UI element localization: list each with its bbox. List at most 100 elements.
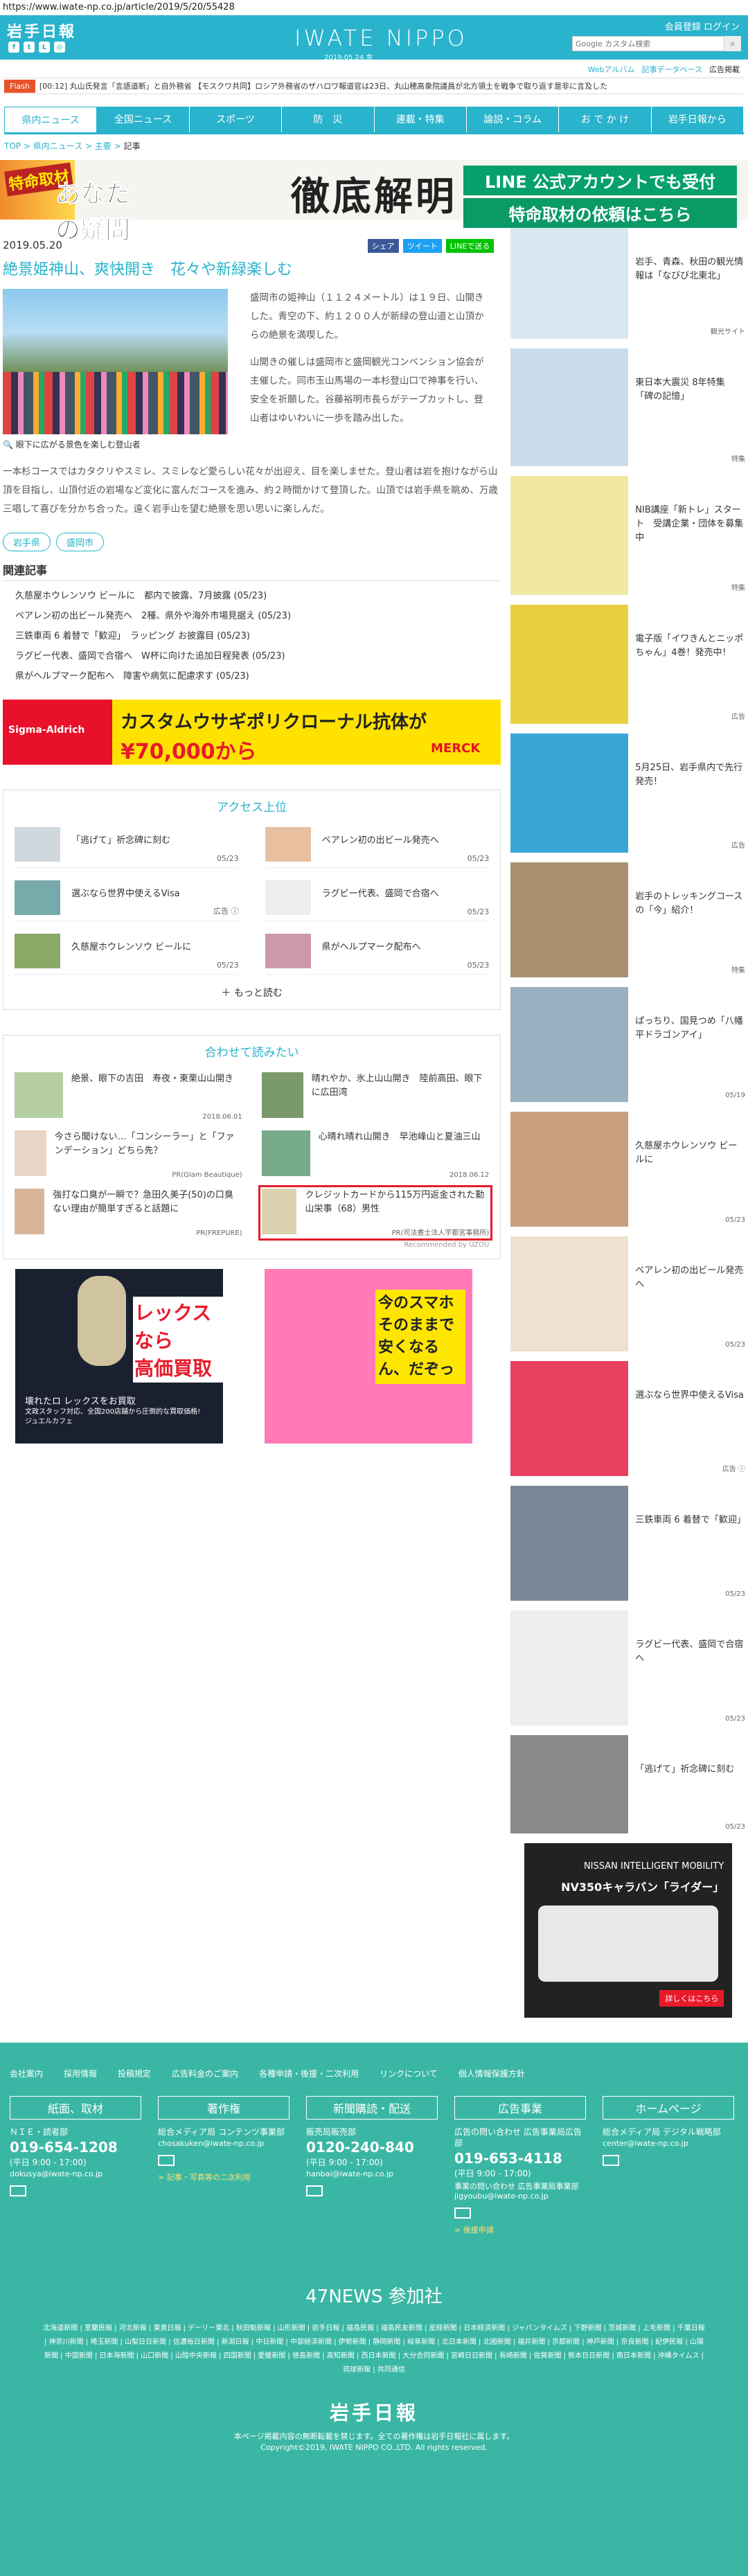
- nav-tab-national[interactable]: 全国ニュース: [97, 107, 190, 132]
- line-icon[interactable]: L: [39, 42, 50, 53]
- recommend-item[interactable]: 強打な口臭が一瞬で？急田久美子(50)の口臭ない理由が簡単すぎると話題に PR(F…: [15, 1189, 242, 1237]
- side-item[interactable]: 岩手、青森、秋田の観光情報は「なびび北東北」 観光サイト: [510, 228, 745, 339]
- fb-share-button[interactable]: シェア: [367, 239, 399, 253]
- footer-logo[interactable]: 岩手日報: [0, 2398, 748, 2426]
- side-item[interactable]: 「逃げて」祈念碑に刻む 05/23: [510, 1735, 745, 1833]
- related-item[interactable]: 県がヘルプマーク配布へ 障害や病気に配慮求す (05/23): [15, 668, 488, 682]
- footer-link[interactable]: 広告料金のご案内: [172, 2068, 238, 2079]
- mail-icon[interactable]: [603, 2155, 619, 2166]
- email-link[interactable]: center@iwate-np.co.jp: [603, 2139, 734, 2148]
- ad-info-link[interactable]: 広告掲載: [709, 64, 740, 74]
- article-photo[interactable]: [3, 289, 228, 434]
- photo-climbers: [3, 372, 228, 434]
- side-item[interactable]: 選ぶなら世界中使えるVisa 広告 ⓘ: [510, 1361, 745, 1476]
- side-item[interactable]: NIB講座「新トレ」スタート 受講企業・団体を募集中 特集: [510, 476, 745, 595]
- display-ads: レックスなら 高価買取 壊れたロ レックスをお買取 文政スタッフ対応、全国200店…: [3, 1269, 501, 1444]
- related-item[interactable]: ペアレン初の出ビール発売へ 2種、県外や海外市場見据え (05/23): [15, 608, 488, 621]
- account-links[interactable]: 会員登録 ログイン: [665, 19, 740, 33]
- site-header: 岩手日報 f t L ◎ IWATE NIPPO 2019.05.24.金 会員…: [0, 15, 748, 62]
- search-button[interactable]: ⌕: [724, 36, 741, 51]
- recommend-item[interactable]: 今さら聞けない…「コンシーラー」と「ファンデーション」どちら先？ PR(Glam …: [15, 1130, 242, 1179]
- rolex-ad[interactable]: レックスなら 高価買取 壊れたロ レックスをお買取 文政スタッフ対応、全国200店…: [15, 1269, 223, 1444]
- footer-link[interactable]: 会社案内: [10, 2068, 43, 2079]
- ranking-item[interactable]: 選ぶなら世界中使えるVisa 広告 ⓘ: [15, 880, 239, 921]
- mail-icon[interactable]: [10, 2185, 26, 2196]
- url-bar[interactable]: https://www.iwate-np.co.jp/article/2019/…: [0, 0, 748, 15]
- side-thumb: [510, 1735, 629, 1833]
- side-item[interactable]: 岩手のトレッキングコースの「今」紹介！ 特集: [510, 862, 745, 977]
- side-item[interactable]: 久慈屋ホウレンソウ ビールに 05/23: [510, 1112, 745, 1227]
- web-album-link[interactable]: Webアルバム: [588, 64, 635, 74]
- phone-number[interactable]: 019-653-4118: [454, 2150, 586, 2167]
- side-item[interactable]: 東日本大震災 8年特集 「碑の記憶」 特集: [510, 348, 745, 466]
- ranking-item[interactable]: 県がヘルプマーク配布へ 05/23: [265, 934, 490, 975]
- share-buttons: シェア ツイート LINEで送る: [367, 239, 495, 253]
- side-item[interactable]: 三鉄車両 6 着替で「歓迎」 05/23: [510, 1486, 746, 1601]
- footer-link[interactable]: 個人情報保護方針: [458, 2068, 525, 2079]
- ranking-item[interactable]: 久慈屋ホウレンソウ ビールに 05/23: [15, 934, 239, 975]
- side-item[interactable]: 5月25日、岩手県内で先行発売！ 広告: [510, 734, 745, 853]
- article-lead: 盛岡市の姫神山（１１２４メートル）は１９日、山開きした。青空の下、約１２００人が…: [250, 289, 492, 450]
- side-thumb: [510, 734, 629, 853]
- nav-tab-from-nippo[interactable]: 岩手日報から: [651, 107, 744, 132]
- footer-link[interactable]: 投稿規定: [118, 2068, 151, 2079]
- site-logo[interactable]: 岩手日報: [7, 19, 76, 42]
- related-item[interactable]: ラグビー代表、盛岡で合宿へ W杯に向けた追加日程発表 (05/23): [15, 648, 488, 661]
- nav-tab-opinion[interactable]: 論説・コラム: [466, 107, 560, 132]
- nissan-ad[interactable]: NISSAN INTELLIGENT MOBILITY NV350キャラバン「ラ…: [524, 1843, 733, 2018]
- tokumei-banner[interactable]: 特命取材 あなたの疑問 徹底解明 LINE 公式アカウントでも受付 特命取材の依…: [0, 160, 748, 245]
- footer-link[interactable]: 採用情報: [64, 2068, 97, 2079]
- flash-text[interactable]: [00:12] 丸山氏発言「言語道断」と自外務省 【モスクワ共同】ロシア外務省の…: [39, 80, 607, 91]
- antibody-ad[interactable]: Sigma-Aldrich カスタムウサギポリクローナル抗体が ¥70,000か…: [3, 700, 501, 765]
- side-item[interactable]: ぱっちり、国見つめ「八幡平ドラゴンアイ」 05/19: [510, 987, 745, 1102]
- phone-number[interactable]: 019-654-1208: [10, 2139, 141, 2156]
- footer-link[interactable]: 各種申請・後援・二次利用: [259, 2068, 359, 2079]
- related-item[interactable]: 久慈屋ホウレンソウ ビールに 都内で披露、7月披露 (05/23): [15, 588, 488, 601]
- ranking-item[interactable]: ラグビー代表、盛岡で合宿へ 05/23: [265, 880, 490, 921]
- ranking-item[interactable]: 「逃げて」祈念碑に刻む 05/23: [15, 827, 239, 868]
- email-link[interactable]: 事業の問い合わせ 広告事業局事業部 jigyoubu@iwate-np.co.j…: [454, 2180, 586, 2201]
- database-link[interactable]: 記事データベース: [642, 64, 702, 74]
- ranking-item[interactable]: ベアレン初の出ビール発売へ 05/23: [265, 827, 490, 868]
- side-item[interactable]: ベアレン初の出ビール発売へ 05/23: [510, 1236, 745, 1351]
- related-item[interactable]: 三鉄車両 6 着替で「歓迎」 ラッピング お披露目 (05/23): [15, 628, 488, 641]
- mobile-ad[interactable]: 今のスマホそのままで安くなるん、だぞっ: [265, 1269, 472, 1444]
- partner-papers[interactable]: 北海道新聞 | 室蘭民報 | 河北新報 | 東奥日報 | デーリー東北 | 秋田…: [42, 2322, 706, 2377]
- twitter-icon[interactable]: t: [24, 42, 35, 53]
- instagram-icon[interactable]: ◎: [54, 42, 65, 53]
- facebook-icon[interactable]: f: [8, 42, 19, 53]
- email-link[interactable]: chosakuken@iwate-np.co.jp: [158, 2139, 290, 2148]
- nav-tab-disaster[interactable]: 防 災: [282, 107, 375, 132]
- phone-number[interactable]: 0120-240-840: [306, 2139, 438, 2156]
- nav-tab-series[interactable]: 連載・特集: [374, 107, 467, 132]
- sponsor-link[interactable]: > 後援申請: [454, 2224, 586, 2235]
- tag-morioka[interactable]: 盛岡市: [56, 533, 105, 551]
- nav-tab-outing[interactable]: お で か け: [559, 107, 652, 132]
- recommend-item[interactable]: 心晴れ晴れ山開き 早池峰山と夏油三山 2018.06.12: [261, 1130, 489, 1179]
- crumb-main[interactable]: 主要: [95, 141, 112, 151]
- banner-request-button[interactable]: 特命取材の依頼はこちら: [463, 198, 737, 228]
- crumb-top[interactable]: TOP: [4, 141, 21, 151]
- email-link[interactable]: dokusya@iwate-np.co.jp: [10, 2169, 141, 2178]
- recommend-item[interactable]: 晴れやか、氷上山山開き 陸前高田、眼下に広田湾: [261, 1072, 490, 1121]
- nav-tab-sports[interactable]: スポーツ: [189, 107, 283, 132]
- mail-icon[interactable]: [454, 2208, 471, 2219]
- nav-tab-local[interactable]: 県内ニュース: [4, 107, 98, 132]
- nissan-ad-button[interactable]: 詳しくはこちら: [659, 1990, 724, 2007]
- mail-icon[interactable]: [306, 2185, 323, 2196]
- line-share-button[interactable]: LINEで送る: [445, 239, 495, 253]
- side-item[interactable]: 電子版「イワきんとニッポちゃん」4巻！発売中！ 広告: [510, 605, 745, 724]
- recommend-item-highlighted[interactable]: クレジットカードから115万円返金された勤山栄事（68）男性 PR(司法書士法人宇…: [258, 1185, 493, 1241]
- tweet-button[interactable]: ツイート: [402, 239, 442, 253]
- banner-line-button[interactable]: LINE 公式アカウントでも受付: [463, 166, 737, 195]
- footer-link[interactable]: リンクについて: [380, 2068, 438, 2079]
- reuse-link[interactable]: > 記事・写真等の二次利用: [158, 2171, 290, 2183]
- side-item[interactable]: ラグビー代表、盛岡で合宿へ 05/23: [510, 1610, 745, 1725]
- search-input[interactable]: [572, 36, 724, 51]
- crumb-local[interactable]: 県内ニュース: [33, 141, 82, 151]
- recommend-item[interactable]: 絶景、眼下の吉田 寿夜・東栗山山開き 2018.06.01: [15, 1072, 242, 1121]
- more-button[interactable]: ＋ もっと読む: [15, 986, 489, 1000]
- email-link[interactable]: hanbai@iwate-np.co.jp: [306, 2169, 438, 2178]
- tag-iwate[interactable]: 岩手県: [3, 533, 51, 551]
- mail-icon[interactable]: [158, 2155, 175, 2166]
